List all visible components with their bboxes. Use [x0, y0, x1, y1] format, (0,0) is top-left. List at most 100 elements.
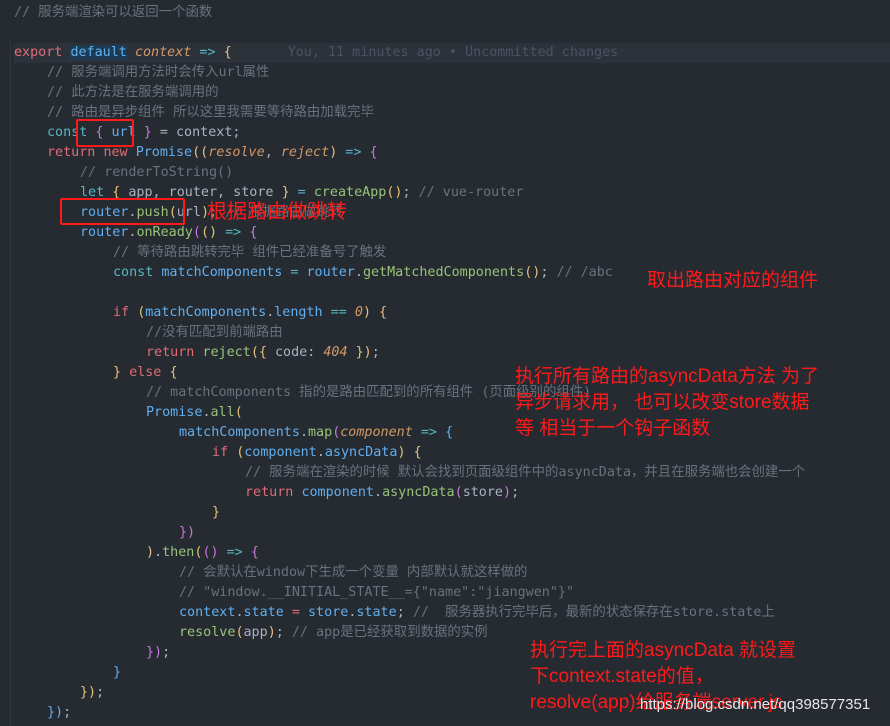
code-token: //没有匹配到前端路由 [146, 325, 283, 340]
code-token: // renderToString() [80, 165, 233, 180]
code-token: 0 [355, 305, 363, 320]
code-token: // 路由是异步组件 所以这里我需要等待路由加载完毕 [47, 105, 374, 120]
code-token: { [249, 225, 257, 240]
code-line: const { url } = context; [14, 123, 890, 143]
code-token: store [463, 485, 503, 500]
highlight-box-url [76, 119, 134, 147]
annotation-async-data: 执行所有路由的asyncData方法 为了 异步请求用， 也可以改变store数… [515, 364, 819, 442]
code-token: }) [146, 645, 162, 660]
code-token: ) [146, 545, 154, 560]
code-line: context.state = store.state; // 服务器执行完毕后… [14, 603, 890, 623]
code-token: resolve [179, 625, 235, 640]
code-token: then [162, 545, 194, 560]
code-token: => [337, 145, 369, 160]
code-token: . [154, 545, 162, 560]
code-token: (( [192, 145, 208, 160]
code-token: } [212, 505, 220, 520]
code-line: }) [14, 523, 890, 543]
code-token: ; [511, 485, 519, 500]
annotation-line: 执行完上面的asyncData 就设置 [530, 638, 796, 664]
indent-guide [10, 40, 11, 726]
code-token: . [300, 425, 308, 440]
code-token: { [371, 305, 387, 320]
code-line [14, 23, 890, 43]
code-token: new [103, 145, 135, 160]
code-token: { [406, 445, 422, 460]
code-token: } [282, 185, 290, 200]
code-token: } [113, 365, 129, 380]
code-token: matchComponents [161, 265, 282, 280]
code-token: ({ [251, 345, 275, 360]
code-token: = [284, 605, 308, 620]
code-token: ) [503, 485, 511, 500]
code-token: reject [202, 345, 250, 360]
code-token: matchComponents [179, 425, 300, 440]
code-token: // app是已经获取到数据的实例 [292, 625, 488, 640]
code-token: . [317, 445, 325, 460]
code-token: component [244, 445, 317, 460]
code-line: // renderToString() [14, 163, 890, 183]
code-token: // "window.__INITIAL_STATE__={"name":"ji… [179, 585, 574, 600]
code-token: if [212, 445, 236, 460]
code-token: = [290, 185, 314, 200]
code-token: { [370, 145, 378, 160]
code-line: return component.asyncData(store); [14, 483, 890, 503]
code-token: }) [179, 525, 195, 540]
annotation-line: 下context.state的值， [530, 664, 796, 690]
code-token: // 服务器执行完毕后，最新的状态保存在store.state上 [413, 605, 775, 620]
code-token: }) [47, 705, 63, 720]
code-token: if [113, 305, 137, 320]
code-token: default [70, 45, 126, 60]
code-token: const [113, 265, 161, 280]
code-token: // 等待路由跳转完毕 组件已经准备号了触发 [113, 245, 386, 260]
code-line: export default context => {You, 11 minut… [14, 43, 890, 63]
code-token: ) [397, 445, 405, 460]
code-line: if (component.asyncData) { [14, 443, 890, 463]
code-token: () [201, 225, 217, 240]
code-token: } [136, 125, 152, 140]
code-line: return reject({ code: 404 }); [14, 343, 890, 363]
code-token: == [323, 305, 355, 320]
code-token: export [14, 45, 70, 60]
code-line: // "window.__INITIAL_STATE__={"name":"ji… [14, 583, 890, 603]
code-line: ).then(() => { [14, 543, 890, 563]
code-token: length [274, 305, 322, 320]
code-token: ) [363, 305, 371, 320]
code-token: else [129, 365, 169, 380]
code-token: getMatchedComponents [363, 265, 524, 280]
code-token: ; [403, 185, 419, 200]
code-line: // 服务端在渲染的时候 默认会找到页面级组件中的asyncData，并且在服务… [14, 463, 890, 483]
code-line: router.onReady(() => { [14, 223, 890, 243]
code-editor[interactable]: // 服务端渲染可以返回一个函数export default context =… [14, 3, 890, 723]
code-line: if (matchComponents.length == 0) { [14, 303, 890, 323]
code-token: // 此方法是在服务端调用的 [47, 85, 218, 100]
code-token: ; [63, 705, 71, 720]
code-token: code: [275, 345, 323, 360]
code-token: = [282, 265, 306, 280]
code-token: asyncData [325, 445, 398, 460]
code-token: = context; [152, 125, 241, 140]
code-token: ; [276, 625, 292, 640]
code-token: => [413, 425, 445, 440]
code-token: , [265, 145, 281, 160]
code-token: // 会默认在window下生成一个变量 内部默认就这样做的 [179, 565, 527, 580]
watermark: https://blog.csdn.net/qq398577351 [640, 696, 870, 713]
code-token: return [47, 145, 103, 160]
code-token: ; [162, 645, 170, 660]
code-line: // 等待路由跳转完毕 组件已经准备号了触发 [14, 243, 890, 263]
code-token: { [445, 425, 453, 440]
code-token: { [224, 45, 232, 60]
code-token: return [146, 345, 202, 360]
code-token: reject [281, 145, 329, 160]
code-token: { [251, 545, 259, 560]
annotation-route-jump: 根据路由做跳转 [207, 199, 347, 225]
code-token: () [524, 265, 540, 280]
code-token: app [244, 625, 268, 640]
code-token: ; [397, 605, 413, 620]
code-token: router [307, 265, 355, 280]
code-token: map [308, 425, 332, 440]
code-token: // /abc [556, 265, 612, 280]
code-token: matchComponents [145, 305, 266, 320]
code-token: Promise [146, 405, 202, 420]
highlight-box-router-push [60, 198, 185, 225]
